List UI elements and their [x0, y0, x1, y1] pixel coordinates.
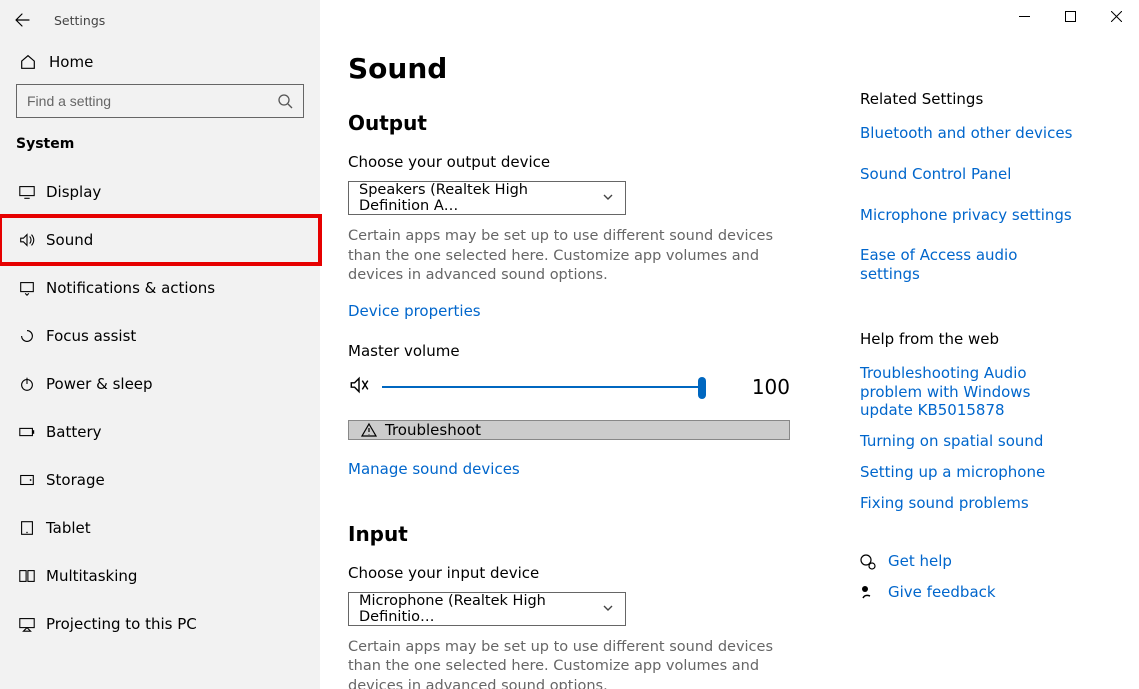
get-help-row[interactable]: Get help [860, 552, 1079, 571]
master-volume-slider[interactable] [382, 378, 702, 396]
window-controls [1001, 0, 1139, 32]
home-label: Home [49, 53, 93, 71]
search-box[interactable] [16, 84, 304, 118]
related-link-bluetooth[interactable]: Bluetooth and other devices [860, 124, 1079, 143]
output-device-select[interactable]: Speakers (Realtek High Definition A… [348, 181, 626, 215]
output-device-value: Speakers (Realtek High Definition A… [359, 182, 591, 214]
sidebar-item-power-sleep[interactable]: Power & sleep [0, 360, 320, 408]
feedback-icon [860, 584, 876, 600]
focus-assist-icon [18, 327, 46, 345]
back-arrow-icon [14, 12, 30, 28]
close-icon [1111, 11, 1122, 22]
get-help-icon [860, 554, 876, 570]
sidebar-item-storage[interactable]: Storage [0, 456, 320, 504]
give-feedback-link[interactable]: Give feedback [888, 583, 996, 602]
main-column: Sound Output Choose your output device S… [320, 0, 820, 689]
output-help-text: Certain apps may be set up to use differ… [348, 227, 790, 286]
sidebar-nav: Display Sound Notifications & actions Fo… [0, 168, 320, 648]
tablet-icon [18, 519, 46, 537]
web-link-setup-microphone[interactable]: Setting up a microphone [860, 463, 1079, 482]
multitasking-icon [18, 567, 46, 585]
sidebar-item-label: Display [46, 183, 101, 201]
input-heading: Input [348, 522, 790, 546]
power-icon [18, 375, 46, 393]
master-volume-label: Master volume [348, 342, 790, 360]
chevron-down-icon [601, 601, 615, 619]
sidebar-item-label: Battery [46, 423, 102, 441]
chevron-down-icon [601, 190, 615, 208]
sidebar-section-label: System [0, 136, 320, 152]
input-device-value: Microphone (Realtek High Definitio… [359, 593, 591, 625]
title-bar: Settings [0, 0, 320, 40]
manage-sound-devices-link[interactable]: Manage sound devices [348, 460, 790, 478]
display-icon [18, 183, 46, 201]
output-heading: Output [348, 111, 790, 135]
give-feedback-row[interactable]: Give feedback [860, 583, 1079, 602]
storage-icon [18, 471, 46, 489]
sidebar-item-label: Power & sleep [46, 375, 153, 393]
web-link-fix-sound[interactable]: Fixing sound problems [860, 494, 1079, 513]
mute-icon[interactable] [348, 374, 382, 400]
maximize-button[interactable] [1047, 0, 1093, 32]
sidebar-item-battery[interactable]: Battery [0, 408, 320, 456]
get-help-link[interactable]: Get help [888, 552, 952, 571]
warning-icon [361, 422, 377, 438]
master-volume-value: 100 [752, 375, 790, 399]
minimize-button[interactable] [1001, 0, 1047, 32]
web-heading: Help from the web [860, 330, 1079, 348]
web-link-spatial-sound[interactable]: Turning on spatial sound [860, 432, 1079, 451]
minimize-icon [1019, 11, 1030, 22]
sidebar-item-tablet[interactable]: Tablet [0, 504, 320, 552]
sidebar-item-projecting[interactable]: Projecting to this PC [0, 600, 320, 648]
sidebar-item-label: Storage [46, 471, 105, 489]
content-area: Sound Output Choose your output device S… [320, 0, 1139, 689]
page-title: Sound [348, 52, 790, 85]
troubleshoot-label: Troubleshoot [385, 421, 481, 439]
notifications-icon [18, 279, 46, 297]
sidebar-item-label: Projecting to this PC [46, 615, 197, 633]
sidebar: Settings Home System Display Sound [0, 0, 320, 689]
sidebar-item-label: Tablet [46, 519, 91, 537]
back-button[interactable] [14, 12, 48, 28]
related-link-ease-of-access[interactable]: Ease of Access audio settings [860, 246, 1079, 284]
sidebar-item-notifications[interactable]: Notifications & actions [0, 264, 320, 312]
sidebar-item-label: Sound [46, 231, 93, 249]
input-help-text: Certain apps may be set up to use differ… [348, 638, 790, 689]
input-device-select[interactable]: Microphone (Realtek High Definitio… [348, 592, 626, 626]
sidebar-item-label: Notifications & actions [46, 279, 215, 297]
aside-column: Related Settings Bluetooth and other dev… [820, 0, 1095, 689]
sidebar-item-focus-assist[interactable]: Focus assist [0, 312, 320, 360]
sidebar-item-multitasking[interactable]: Multitasking [0, 552, 320, 600]
device-properties-link[interactable]: Device properties [348, 302, 790, 320]
sidebar-item-label: Focus assist [46, 327, 136, 345]
app-title: Settings [54, 13, 105, 28]
input-choose-label: Choose your input device [348, 564, 790, 582]
search-icon [277, 93, 293, 113]
output-choose-label: Choose your output device [348, 153, 790, 171]
related-link-microphone-privacy[interactable]: Microphone privacy settings [860, 206, 1079, 225]
maximize-icon [1065, 11, 1076, 22]
search-input[interactable] [27, 93, 293, 109]
close-button[interactable] [1093, 0, 1139, 32]
related-link-sound-control-panel[interactable]: Sound Control Panel [860, 165, 1079, 184]
sidebar-item-sound[interactable]: Sound [0, 216, 320, 264]
projecting-icon [18, 615, 46, 633]
related-heading: Related Settings [860, 90, 1079, 108]
home-icon [19, 53, 45, 71]
sidebar-item-home[interactable]: Home [0, 40, 320, 84]
sidebar-item-label: Multitasking [46, 567, 137, 585]
web-link-troubleshoot-audio[interactable]: Troubleshooting Audio problem with Windo… [860, 364, 1079, 420]
master-volume-row: 100 [348, 374, 790, 400]
troubleshoot-button[interactable]: Troubleshoot [348, 420, 790, 440]
battery-icon [18, 423, 46, 441]
sidebar-item-display[interactable]: Display [0, 168, 320, 216]
sound-icon [18, 231, 46, 249]
